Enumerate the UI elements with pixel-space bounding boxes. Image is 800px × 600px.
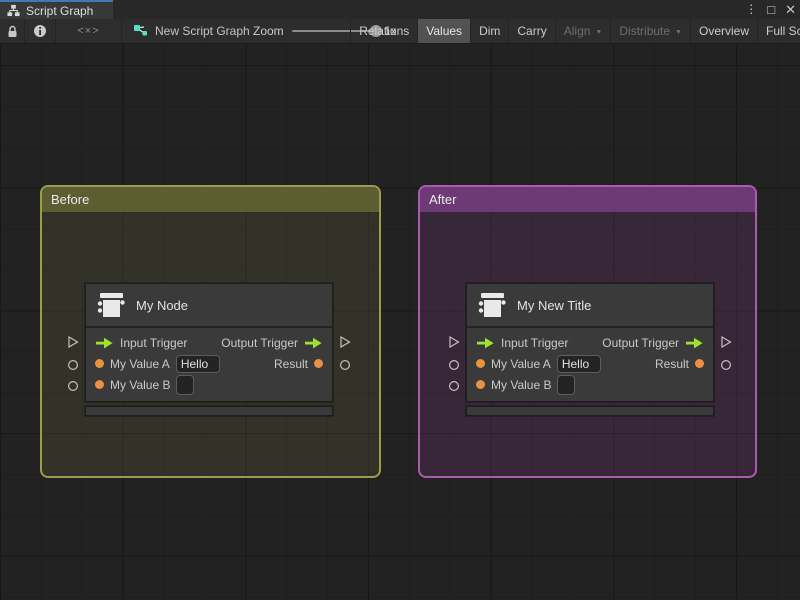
tab-title: Script Graph [26,3,94,18]
port-row-flow: Input Trigger Output Trigger [86,332,332,353]
ext-value-b-port[interactable] [448,380,460,392]
carry-label: Carry [517,24,547,38]
port-row-flow: Input Trigger Output Trigger [467,332,713,353]
value-b-input[interactable] [176,374,195,395]
align-dropdown[interactable]: Align ▼ [554,19,611,43]
value-b-port-icon[interactable] [95,380,104,389]
result-port-icon[interactable] [314,359,323,368]
window-menu-icon[interactable]: ⋮ [745,0,757,19]
window-controls: ⋮ □ ✕ [745,0,796,19]
distribute-dropdown[interactable]: Distribute ▼ [610,19,690,43]
value-b-port-icon[interactable] [476,380,485,389]
value-b-label: My Value B [491,377,552,392]
overview-button[interactable]: Overview [689,19,757,43]
info-icon [34,25,46,37]
tab-script-graph[interactable]: Script Graph [0,0,113,19]
result-label: Result [273,356,308,371]
maximize-icon[interactable]: □ [767,0,775,19]
node-title: My New Title [517,297,592,313]
close-icon[interactable]: ✕ [785,0,796,19]
node-title-bar[interactable]: My New Title [467,284,713,328]
value-a-input[interactable] [175,354,220,373]
node-ports: Input Trigger Output Trigger My Value A … [86,328,332,401]
ext-flow-input-port[interactable] [67,336,79,348]
input-trigger-label: Input Trigger [120,335,188,350]
ext-flow-output-port[interactable] [720,336,732,348]
dim-label: Dim [479,24,501,38]
result-port-icon[interactable] [695,359,704,368]
values-label: Values [426,24,463,38]
flow-out-arrow-icon[interactable] [685,337,704,349]
ext-value-b-port[interactable] [67,380,79,392]
group-after-header[interactable]: After [420,187,755,212]
fullscreen-button[interactable]: Full Screen [757,19,800,43]
value-b-label: My Value B [110,377,171,392]
value-a-label: My Value A [491,356,551,371]
fullscreen-label: Full Screen [766,24,800,38]
graph-asset-name: New Script Graph [155,24,250,38]
node-ports: Input Trigger Output Trigger My Value A … [467,328,713,401]
node-title: My Node [136,297,189,313]
flow-in-arrow-icon[interactable] [95,337,114,349]
group-before-label: Before [51,192,90,207]
node-title-bar[interactable]: My Node [86,284,332,328]
value-b-input[interactable] [557,374,576,395]
ext-value-a-port[interactable] [448,359,460,371]
input-trigger-label: Input Trigger [501,335,569,350]
value-a-port-icon[interactable] [476,359,485,368]
code-brackets-icon: <×> [77,25,100,37]
info-button[interactable] [25,19,56,43]
code-preview-button[interactable]: <×> [56,19,122,43]
value-a-port-icon[interactable] [95,359,104,368]
node-footer [85,406,333,416]
port-row-value-b: My Value B [467,374,713,395]
lock-button[interactable] [0,19,25,43]
ext-flow-output-port[interactable] [339,336,351,348]
node-my-new-title[interactable]: My New Title Input Trigger Output Trigge… [448,283,732,416]
carry-toggle[interactable]: Carry [508,19,554,43]
distribute-label: Distribute [619,24,671,38]
values-toggle[interactable]: Values [417,19,471,43]
value-a-label: My Value A [110,356,170,371]
flow-out-arrow-icon[interactable] [304,337,323,349]
port-row-value-a: My Value A Result [467,353,713,374]
overview-label: Overview [698,24,749,38]
ext-result-port[interactable] [339,359,351,371]
graph-asset-icon [134,25,147,36]
output-trigger-label: Output Trigger [221,335,298,350]
output-trigger-label: Output Trigger [602,335,679,350]
port-row-value-b: My Value B [86,374,332,395]
toolbar-toggles: Relations Values Dim Carry Align ▼ Distr… [350,19,800,43]
ext-value-a-port[interactable] [67,359,79,371]
ext-result-port[interactable] [720,359,732,371]
zoom-label: Zoom [253,24,284,38]
chevron-down-icon: ▼ [595,28,603,36]
result-label: Result [654,356,689,371]
node-footer [466,406,714,416]
value-a-input[interactable] [556,354,601,373]
relations-toggle[interactable]: Relations [350,19,417,43]
dim-toggle[interactable]: Dim [470,19,508,43]
graph-canvas[interactable]: Before After My Node Input Trigger Outpu… [0,44,800,600]
group-after-label: After [429,192,457,207]
graph-toolbar: <×> New Script Graph Zoom 1x Relations V… [0,19,800,44]
flow-in-arrow-icon[interactable] [476,337,495,349]
align-label: Align [563,24,591,38]
chevron-down-icon: ▼ [675,28,682,36]
ext-flow-input-port[interactable] [448,336,460,348]
port-row-value-a: My Value A Result [86,353,332,374]
group-before-header[interactable]: Before [42,187,379,212]
script-graph-icon [7,4,20,17]
graph-asset[interactable]: New Script Graph [133,19,250,43]
tab-bar: Script Graph ⋮ □ ✕ [0,0,800,19]
node-my-node[interactable]: My Node Input Trigger Output Trigger My … [67,283,351,416]
unit-node-icon [478,292,506,317]
relations-label: Relations [359,24,410,38]
lock-icon [8,25,16,37]
unit-node-icon [97,292,125,317]
